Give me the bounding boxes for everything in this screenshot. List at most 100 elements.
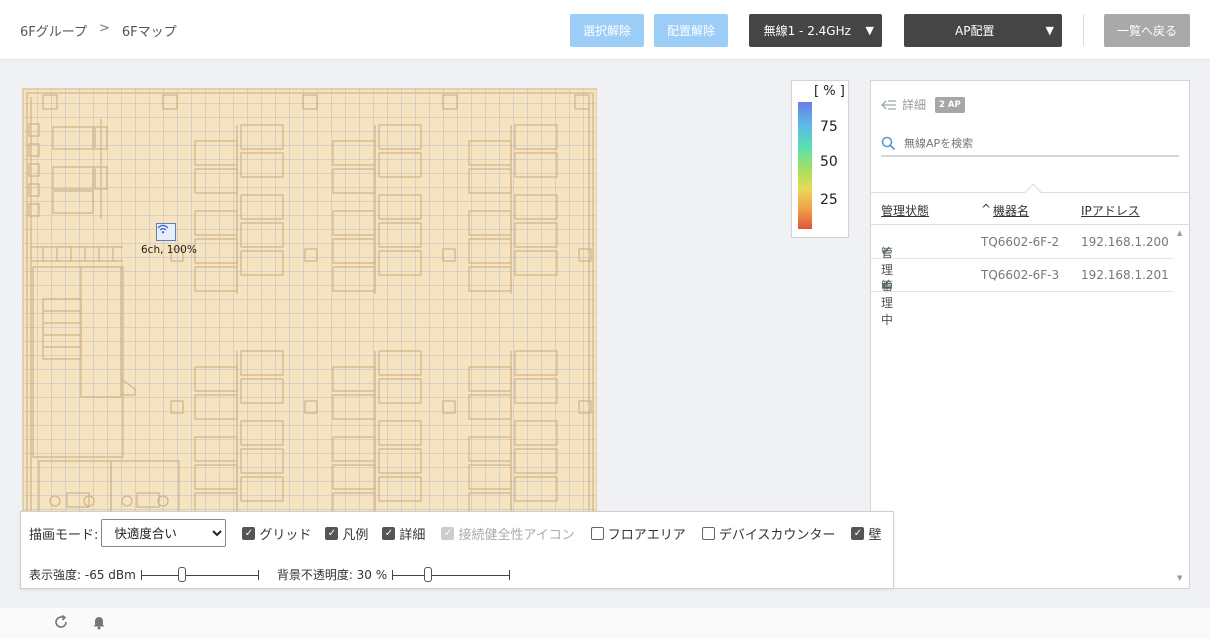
desk — [52, 190, 94, 214]
signal-legend: [ % ] 75 50 25 — [791, 80, 849, 238]
outer-wall — [26, 92, 594, 511]
wifi-icon — [157, 224, 169, 234]
desk — [514, 194, 558, 220]
desk — [240, 420, 284, 446]
ap-search-input[interactable] — [904, 136, 1164, 150]
scroll-up-icon[interactable]: ▲ — [1177, 229, 1182, 237]
table-row[interactable]: ✔ 管理中 TQ6602-6F-3 192.168.1.201 — [871, 259, 1173, 327]
slider-end — [509, 569, 511, 580]
column-ip[interactable]: IPアドレス — [1081, 202, 1140, 219]
floor-map[interactable]: 6ch, 100% — [22, 88, 597, 512]
grid-checkbox[interactable]: ✓ グリッド — [242, 524, 311, 543]
legend-tick-50: 50 — [820, 154, 838, 170]
desk — [378, 222, 422, 248]
detail-panel: 詳細 2 AP 管理状態 ^ 機器名 IPアドレス ✔ 管理中 TQ6602-6… — [870, 80, 1190, 589]
pillar — [304, 400, 318, 414]
slider-thumb[interactable] — [178, 566, 187, 582]
access-point-label: 6ch, 100% — [141, 244, 197, 256]
detail-checkbox[interactable]: ✓ 詳細 — [382, 524, 425, 543]
ap-search[interactable] — [881, 131, 1179, 157]
unplace-button[interactable]: 配置解除 — [654, 14, 728, 47]
pillar — [442, 400, 456, 414]
desk — [468, 436, 512, 462]
desk — [468, 140, 512, 166]
legend-checkbox[interactable]: ✓ 凡例 — [325, 524, 368, 543]
floor-area-checkbox-label: フロアエリア — [607, 527, 686, 543]
desk — [240, 448, 284, 474]
header-divider — [1083, 14, 1084, 46]
desk — [514, 152, 558, 178]
desk — [332, 394, 376, 420]
table-row[interactable]: ✔ 管理中 TQ6602-6F-2 192.168.1.200 — [871, 226, 1173, 294]
checkbox-checked-icon: ✓ — [851, 526, 865, 540]
legend-unit: [ % ] — [814, 84, 845, 99]
bell-icon[interactable] — [91, 614, 107, 634]
breadcrumb-map: 6Fマップ — [121, 25, 177, 40]
mode-select[interactable]: AP配置 ▼ — [904, 14, 1062, 47]
refresh-icon[interactable] — [53, 614, 69, 634]
pillar — [304, 248, 318, 262]
grid-checkbox-label: グリッド — [259, 527, 312, 543]
meeting-room — [38, 460, 112, 511]
desk — [332, 492, 376, 511]
floor-plan-drawing — [26, 92, 594, 511]
desk — [240, 124, 284, 150]
desk — [194, 168, 238, 194]
detail-checkbox-label: 詳細 — [399, 527, 426, 543]
desk — [332, 366, 376, 392]
stairs-steps — [43, 310, 81, 348]
panel-title: 詳細 — [902, 98, 927, 112]
search-icon — [881, 136, 896, 150]
opacity-slider[interactable] — [392, 566, 511, 583]
floor-area-checkbox[interactable]: フロアエリア — [590, 524, 686, 543]
footer-bar — [0, 608, 1210, 639]
desk — [468, 266, 512, 292]
desk — [468, 210, 512, 236]
breadcrumb-group[interactable]: 6Fグループ — [20, 21, 87, 40]
legend-tick-75: 75 — [820, 119, 838, 135]
core-area — [32, 266, 124, 458]
column-status[interactable]: 管理状態 — [881, 202, 929, 219]
desk — [194, 464, 238, 490]
wall-block — [302, 94, 318, 110]
desk — [240, 378, 284, 404]
slider-end — [392, 569, 394, 580]
device-name: TQ6602-6F-3 — [981, 268, 1060, 282]
connection-health-checkbox: ✓ 接続健全性アイコン — [441, 524, 575, 543]
slider-track — [140, 574, 259, 576]
checkbox-checked-icon: ✓ — [325, 526, 339, 540]
desk — [468, 394, 512, 420]
ip-address: 192.168.1.200 — [1081, 235, 1169, 249]
checkbox-checked-icon: ✓ — [382, 526, 396, 540]
desk — [240, 194, 284, 220]
desk — [332, 210, 376, 236]
desk — [194, 366, 238, 392]
desk — [514, 350, 558, 376]
desk — [468, 168, 512, 194]
strength-slider[interactable] — [140, 566, 259, 583]
column-name[interactable]: 機器名 — [993, 202, 1029, 219]
breadcrumb-separator: > — [98, 21, 110, 36]
scroll-down-icon[interactable]: ▼ — [1177, 574, 1182, 582]
collapse-panel-icon[interactable] — [881, 99, 897, 111]
strength-label: 表示強度: -65 dBm — [29, 568, 136, 582]
desk — [332, 140, 376, 166]
slider-thumb[interactable] — [423, 566, 432, 582]
back-to-list-button[interactable]: 一覧へ戻る — [1104, 14, 1190, 47]
desk — [332, 238, 376, 264]
mode-select-value: AP配置 — [955, 24, 995, 38]
desk — [468, 366, 512, 392]
table-scrollbar[interactable]: ▲ ▼ — [1173, 225, 1187, 589]
access-point-marker[interactable] — [156, 223, 176, 241]
desk — [194, 266, 238, 292]
deselect-button[interactable]: 選択解除 — [570, 14, 644, 47]
table — [136, 492, 160, 508]
wall-checkbox[interactable]: ✓ 壁 — [851, 524, 881, 543]
desk — [240, 222, 284, 248]
status-text: 管理中 — [881, 279, 894, 327]
band-select[interactable]: 無線1 - 2.4GHz ▼ — [749, 14, 882, 47]
wall-block — [162, 94, 178, 110]
draw-mode-select[interactable]: 快適度合い — [101, 519, 227, 547]
device-counter-checkbox[interactable]: デバイスカウンター — [701, 524, 835, 543]
desk — [194, 492, 238, 511]
